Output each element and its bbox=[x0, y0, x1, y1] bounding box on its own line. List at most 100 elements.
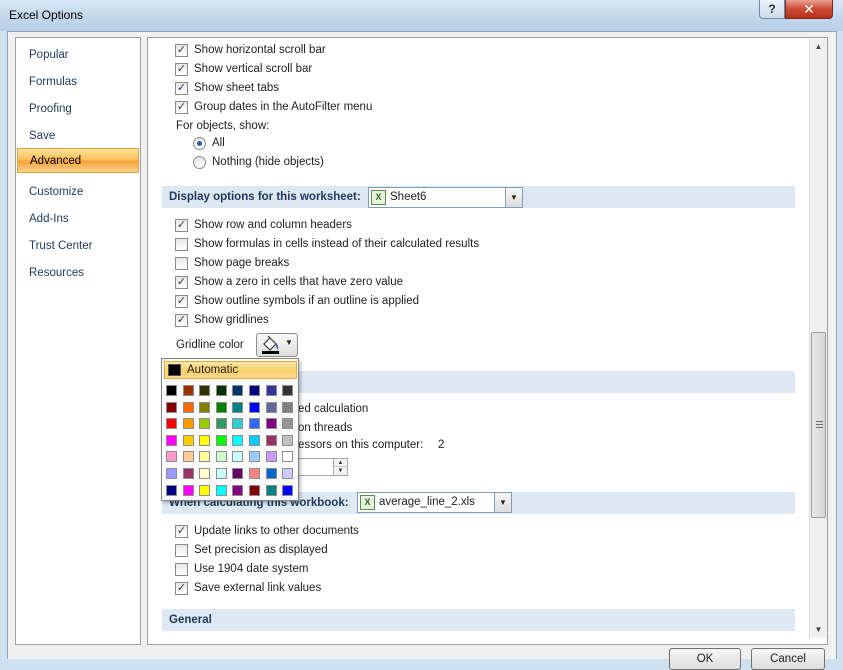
color-swatch[interactable] bbox=[282, 451, 294, 463]
color-swatch[interactable] bbox=[199, 468, 211, 479]
color-swatch[interactable] bbox=[199, 451, 211, 463]
color-swatch[interactable] bbox=[215, 418, 227, 430]
update-links-checkbox[interactable]: ✓ bbox=[175, 525, 188, 538]
chevron-down-icon[interactable]: ▼ bbox=[494, 493, 511, 512]
color-swatch[interactable] bbox=[182, 401, 194, 413]
color-swatch[interactable] bbox=[199, 385, 211, 396]
chevron-down-icon[interactable]: ▼ bbox=[505, 188, 522, 207]
color-swatch[interactable] bbox=[249, 451, 260, 463]
cancel-button[interactable]: Cancel bbox=[751, 648, 825, 670]
color-swatch[interactable] bbox=[166, 468, 177, 479]
color-swatch[interactable] bbox=[215, 468, 227, 479]
color-swatch[interactable] bbox=[249, 401, 260, 413]
date-1904-checkbox[interactable] bbox=[175, 563, 188, 576]
worksheet-select[interactable]: X Sheet6 ▼ bbox=[368, 187, 523, 208]
nav-item-advanced[interactable]: Advanced bbox=[17, 148, 139, 173]
color-swatch[interactable] bbox=[215, 434, 227, 446]
show-formulas-checkbox[interactable] bbox=[175, 238, 188, 251]
spin-down-icon[interactable]: ▼ bbox=[333, 467, 347, 475]
color-swatch[interactable] bbox=[215, 484, 227, 496]
color-swatch[interactable] bbox=[232, 418, 244, 430]
color-swatch[interactable] bbox=[182, 468, 194, 479]
outline-symbols-checkbox[interactable]: ✓ bbox=[175, 295, 188, 308]
show-zero-checkbox[interactable]: ✓ bbox=[175, 276, 188, 289]
color-swatch[interactable] bbox=[282, 401, 294, 413]
automatic-color-option[interactable]: Automatic bbox=[164, 361, 297, 379]
scroll-down-icon[interactable]: ▼ bbox=[810, 621, 827, 638]
color-swatch[interactable] bbox=[166, 434, 177, 446]
color-swatch[interactable] bbox=[182, 434, 194, 446]
color-swatch[interactable] bbox=[215, 401, 227, 413]
color-swatch[interactable] bbox=[166, 401, 177, 413]
color-swatch[interactable] bbox=[249, 385, 260, 396]
grip-line bbox=[816, 421, 823, 422]
color-swatch[interactable] bbox=[232, 385, 244, 396]
color-swatch[interactable] bbox=[232, 468, 244, 479]
nav-item-trust-center[interactable]: Trust Center bbox=[17, 234, 139, 259]
color-swatch[interactable] bbox=[249, 434, 260, 446]
nav-item-customize[interactable]: Customize bbox=[17, 180, 139, 205]
color-swatch[interactable] bbox=[282, 484, 294, 496]
help-button[interactable]: ? bbox=[759, 0, 785, 19]
color-swatch[interactable] bbox=[199, 434, 211, 446]
color-swatch[interactable] bbox=[182, 385, 194, 396]
color-swatch[interactable] bbox=[249, 468, 260, 479]
color-swatch[interactable] bbox=[282, 385, 294, 396]
color-swatch[interactable] bbox=[282, 434, 294, 446]
color-swatch[interactable] bbox=[282, 468, 294, 479]
color-swatch[interactable] bbox=[166, 451, 177, 463]
objects-nothing-radio[interactable] bbox=[193, 156, 206, 169]
color-swatch[interactable] bbox=[182, 418, 194, 430]
color-swatch[interactable] bbox=[232, 401, 244, 413]
color-swatch[interactable] bbox=[182, 451, 194, 463]
spin-up-icon[interactable]: ▲ bbox=[333, 459, 347, 467]
color-swatch[interactable] bbox=[249, 418, 260, 430]
color-swatch[interactable] bbox=[199, 401, 211, 413]
vertical-scroll-checkbox[interactable]: ✓ bbox=[175, 63, 188, 76]
scrollbar-thumb[interactable] bbox=[811, 332, 826, 518]
show-gridlines-checkbox[interactable]: ✓ bbox=[175, 314, 188, 327]
close-button[interactable]: ✕ bbox=[785, 0, 833, 19]
color-swatch[interactable] bbox=[199, 484, 211, 496]
category-nav: Popular Formulas Proofing Save Advanced … bbox=[15, 37, 141, 645]
color-swatch[interactable] bbox=[166, 484, 177, 496]
color-swatch[interactable] bbox=[265, 418, 277, 430]
sheet-tabs-checkbox[interactable]: ✓ bbox=[175, 82, 188, 95]
color-swatch[interactable] bbox=[249, 484, 260, 496]
nav-item-add-ins[interactable]: Add-Ins bbox=[17, 207, 139, 232]
color-swatch[interactable] bbox=[232, 434, 244, 446]
content-scrollbar[interactable]: ▲ ▼ bbox=[809, 38, 827, 638]
nav-item-resources[interactable]: Resources bbox=[17, 261, 139, 286]
row-col-headers-checkbox[interactable]: ✓ bbox=[175, 219, 188, 232]
objects-all-radio[interactable] bbox=[193, 137, 206, 150]
color-swatch[interactable] bbox=[282, 418, 294, 430]
color-swatch[interactable] bbox=[265, 385, 277, 396]
group-dates-checkbox[interactable]: ✓ bbox=[175, 101, 188, 114]
ok-button[interactable]: OK bbox=[669, 648, 741, 670]
color-swatch[interactable] bbox=[215, 451, 227, 463]
color-swatch[interactable] bbox=[232, 484, 244, 496]
color-swatch[interactable] bbox=[265, 468, 277, 479]
nav-item-proofing[interactable]: Proofing bbox=[17, 97, 139, 122]
color-swatch[interactable] bbox=[199, 418, 211, 430]
external-links-checkbox[interactable]: ✓ bbox=[175, 582, 188, 595]
workbook-select-value: average_line_2.xls bbox=[379, 496, 475, 508]
color-swatch[interactable] bbox=[265, 434, 277, 446]
color-swatch[interactable] bbox=[166, 385, 177, 396]
color-swatch[interactable] bbox=[265, 401, 277, 413]
color-swatch[interactable] bbox=[265, 484, 277, 496]
nav-item-popular[interactable]: Popular bbox=[17, 43, 139, 68]
color-swatch[interactable] bbox=[232, 451, 244, 463]
color-swatch[interactable] bbox=[182, 484, 194, 496]
workbook-select[interactable]: X average_line_2.xls ▼ bbox=[357, 492, 512, 513]
color-swatch[interactable] bbox=[166, 418, 177, 430]
precision-checkbox[interactable] bbox=[175, 544, 188, 557]
horizontal-scroll-checkbox[interactable]: ✓ bbox=[175, 44, 188, 57]
color-swatch[interactable] bbox=[265, 451, 277, 463]
page-breaks-checkbox[interactable] bbox=[175, 257, 188, 270]
scroll-up-icon[interactable]: ▲ bbox=[810, 38, 827, 55]
gridline-color-button[interactable]: ▼ bbox=[256, 333, 298, 357]
nav-item-save[interactable]: Save bbox=[17, 124, 139, 149]
color-swatch[interactable] bbox=[215, 385, 227, 396]
nav-item-formulas[interactable]: Formulas bbox=[17, 70, 139, 95]
